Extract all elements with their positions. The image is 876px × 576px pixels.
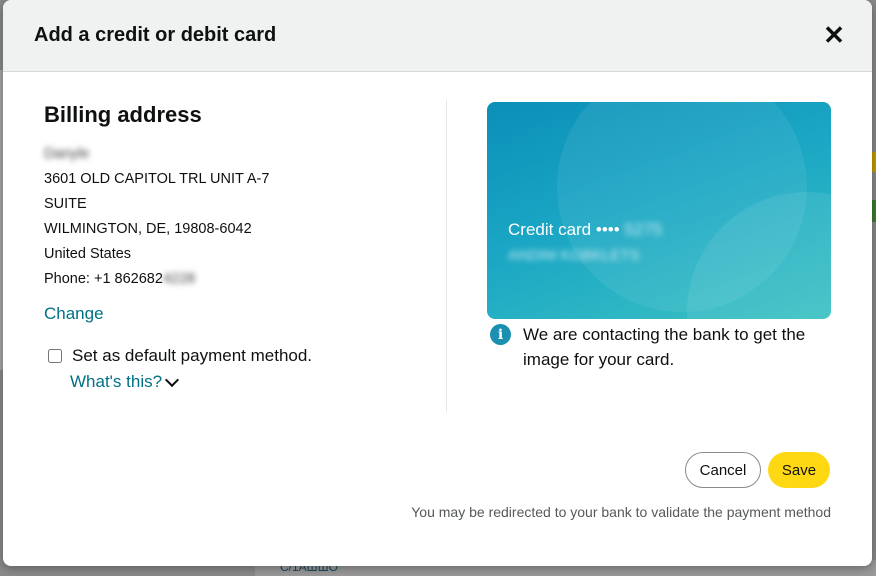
cancel-button[interactable]: Cancel [685,452,761,488]
billing-name: Danyle [44,146,90,162]
modal-header: Add a credit or debit card ✕ [3,0,872,72]
phone-number: Phone: +1 8626824228 [44,267,444,292]
redirect-note: You may be redirected to your bank to va… [411,504,831,520]
card-dots: •••• [595,220,620,239]
card-image: Credit card •••• 5275 ANDIM KGBKLETS [487,102,831,319]
whats-this-link[interactable]: What's this? [70,372,180,392]
default-payment-label[interactable]: Set as default payment method. [72,346,312,366]
address-country: United States [44,246,132,262]
info-text: We are contacting the bank to get the im… [523,325,806,369]
phone-label: Phone: +1 862682 [44,271,163,287]
info-message: i We are contacting the bank to get the … [490,322,840,372]
billing-address-title: Billing address [44,102,202,127]
billing-address-section: Billing address Danyle 3601 OLD CAPITOL … [44,102,444,392]
add-card-modal: Add a credit or debit card ✕ Billing add… [3,0,872,566]
address-line-3: WILMINGTON, DE, 19808-6042 [44,221,252,237]
change-address-link[interactable]: Change [44,304,104,324]
modal-title: Add a credit or debit card [34,24,277,46]
whats-this-label: What's this? [70,372,163,391]
default-payment-row: Set as default payment method. [44,346,444,366]
card-type-line: Credit card •••• 5275 [508,220,662,240]
save-button[interactable]: Save [768,452,830,488]
phone-hidden: 4228 [162,271,196,287]
card-holder-name: ANDIM KGBKLETS [508,247,640,264]
info-icon: i [490,324,511,345]
address-line-1: 3601 OLD CAPITOL TRL UNIT A-7 [44,171,270,187]
column-divider [446,100,447,412]
card-last4: 5275 [624,220,663,239]
close-icon[interactable]: ✕ [820,20,848,50]
default-payment-checkbox[interactable] [48,349,62,363]
chevron-down-icon [164,372,180,388]
address-line-2: SUITE [44,196,87,212]
card-type-label: Credit card [508,220,592,239]
